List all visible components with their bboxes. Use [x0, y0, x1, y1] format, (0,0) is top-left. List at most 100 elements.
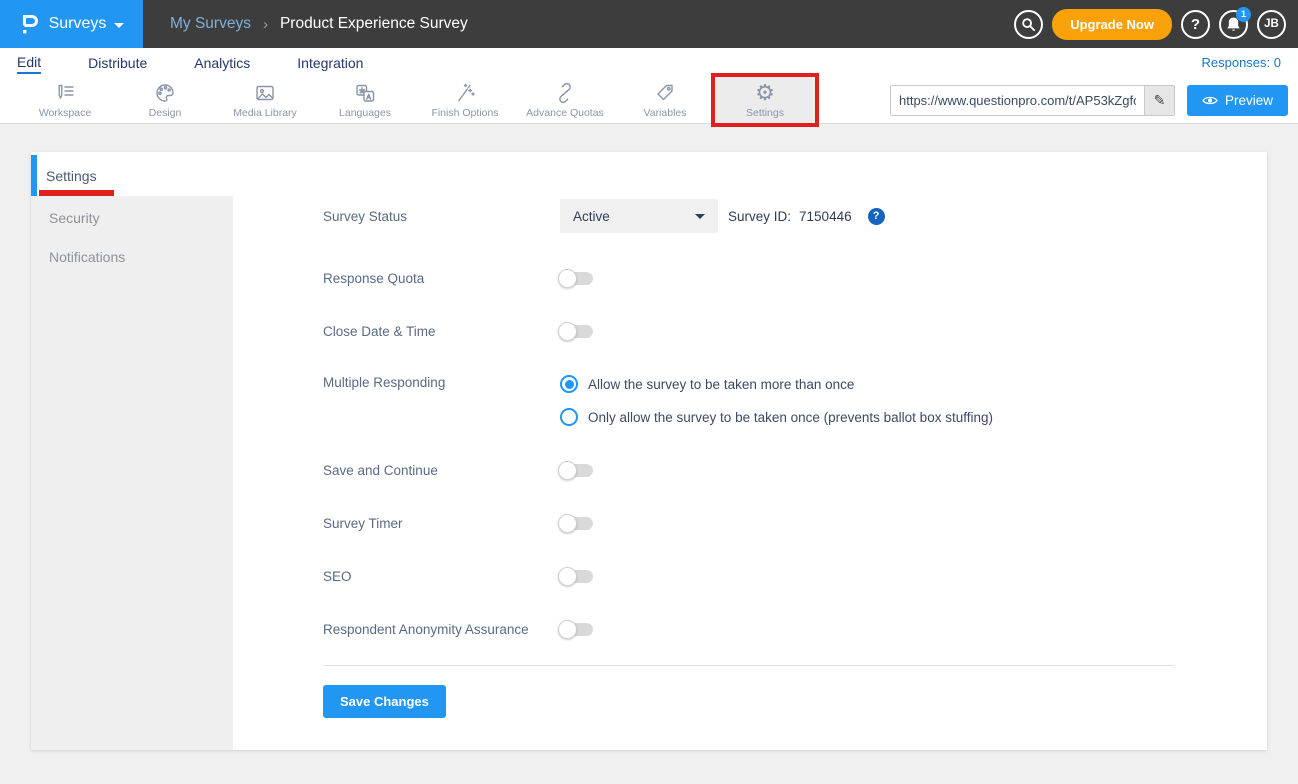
response-quota-label: Response Quota — [323, 271, 560, 286]
workspace-icon — [53, 81, 77, 105]
help-button[interactable]: ? — [1181, 10, 1210, 39]
product-name: Surveys — [49, 15, 107, 33]
toolbar-item-finish-options[interactable]: Finish Options — [415, 77, 515, 123]
multiple-responding-label: Multiple Responding — [323, 375, 560, 390]
toggle-knob — [558, 620, 577, 639]
preview-label: Preview — [1225, 93, 1273, 108]
survey-timer-toggle[interactable] — [560, 517, 593, 530]
tab-integration[interactable]: Integration — [297, 52, 363, 73]
sidebar-item-security[interactable]: Security — [31, 198, 233, 237]
edit-toolbar: Workspace Design Media Library — [0, 77, 1298, 124]
toolbar-item-design[interactable]: Design — [115, 77, 215, 123]
design-palette-icon — [153, 81, 177, 105]
languages-icon — [353, 81, 377, 105]
header-actions: Upgrade Now ? 1 JB — [1014, 9, 1298, 40]
chevron-down-icon — [114, 23, 124, 28]
toolbar-label: Workspace — [39, 107, 91, 119]
survey-status-dropdown[interactable]: Active — [560, 199, 718, 233]
breadcrumb-my-surveys[interactable]: My Surveys — [170, 15, 251, 33]
toolbar-label: Finish Options — [431, 107, 498, 119]
seo-toggle[interactable] — [560, 570, 593, 583]
advance-quotas-link-icon — [553, 81, 577, 105]
radio-only-once[interactable]: Only allow the survey to be taken once (… — [560, 408, 993, 426]
multiple-responding-options: Allow the survey to be taken more than o… — [560, 375, 993, 426]
survey-status-label: Survey Status — [323, 209, 560, 224]
survey-url-group: ✎ — [890, 85, 1175, 116]
survey-title: Product Experience Survey — [280, 15, 468, 33]
upgrade-now-button[interactable]: Upgrade Now — [1052, 9, 1172, 40]
page-body: Settings Security Notifications Survey S… — [0, 124, 1298, 750]
search-button[interactable] — [1014, 10, 1043, 39]
settings-sidebar: Settings Security Notifications — [31, 152, 233, 750]
anonymity-row: Respondent Anonymity Assurance — [323, 620, 1175, 638]
survey-url-input[interactable] — [891, 86, 1144, 115]
radio-label: Allow the survey to be taken more than o… — [588, 377, 854, 392]
radio-label: Only allow the survey to be taken once (… — [588, 410, 993, 425]
save-continue-row: Save and Continue — [323, 461, 1175, 479]
response-quota-toggle[interactable] — [560, 272, 593, 285]
sidebar-rest: Security Notifications — [31, 196, 233, 750]
notification-badge: 1 — [1236, 7, 1251, 22]
tab-edit[interactable]: Edit — [17, 51, 41, 74]
toolbar-item-workspace[interactable]: Workspace — [15, 77, 115, 123]
toggle-knob — [558, 269, 577, 288]
survey-timer-label: Survey Timer — [323, 516, 560, 531]
sidebar-item-settings[interactable]: Settings — [31, 155, 233, 196]
toolbar-label: Languages — [339, 107, 391, 119]
toolbar-label: Settings — [746, 107, 784, 119]
save-changes-button[interactable]: Save Changes — [323, 685, 446, 718]
toolbar-item-media-library[interactable]: Media Library — [215, 77, 315, 123]
close-date-label: Close Date & Time — [323, 324, 560, 339]
toggle-knob — [558, 567, 577, 586]
section-nav: Edit Distribute Analytics Integration Re… — [0, 48, 1298, 77]
survey-id: Survey ID: 7150446 ? — [728, 208, 885, 225]
questionpro-logo-icon — [19, 12, 41, 36]
tab-analytics[interactable]: Analytics — [194, 52, 250, 73]
pencil-icon: ✎ — [1154, 92, 1166, 108]
toggle-knob — [558, 461, 577, 480]
radio-allow-multiple[interactable]: Allow the survey to be taken more than o… — [560, 375, 993, 393]
toggle-knob — [558, 322, 577, 341]
tab-distribute[interactable]: Distribute — [88, 52, 147, 73]
settings-card: Settings Security Notifications Survey S… — [31, 152, 1267, 750]
form-divider — [323, 665, 1175, 666]
edit-url-button[interactable]: ✎ — [1144, 86, 1174, 115]
finish-options-wand-icon — [453, 81, 477, 105]
survey-status-value: Active — [573, 209, 610, 224]
red-annotation-underline — [39, 190, 114, 196]
notifications-button[interactable]: 1 — [1219, 10, 1248, 39]
user-avatar[interactable]: JB — [1257, 10, 1286, 39]
breadcrumb-separator-icon: › — [263, 16, 268, 33]
toolbar-label: Advance Quotas — [526, 107, 604, 119]
close-date-row: Close Date & Time — [323, 322, 1175, 340]
sidebar-item-label: Settings — [46, 168, 97, 184]
toolbar-item-variables[interactable]: Variables — [615, 77, 715, 123]
toolbar-item-languages[interactable]: Languages — [315, 77, 415, 123]
toolbar-item-settings[interactable]: ⚙ Settings — [715, 77, 815, 123]
help-icon: ? — [1191, 16, 1200, 33]
survey-status-row: Survey Status Active Survey ID: 7150446 … — [323, 199, 1175, 233]
sidebar-item-notifications[interactable]: Notifications — [31, 237, 233, 276]
anonymity-toggle[interactable] — [560, 623, 593, 636]
close-date-toggle[interactable] — [560, 325, 593, 338]
toolbar-item-advance-quotas[interactable]: Advance Quotas — [515, 77, 615, 123]
settings-gear-icon: ⚙ — [755, 81, 775, 105]
toggle-knob — [558, 514, 577, 533]
eye-icon — [1202, 95, 1218, 106]
media-library-icon — [253, 81, 277, 105]
seo-label: SEO — [323, 569, 560, 584]
survey-timer-row: Survey Timer — [323, 514, 1175, 532]
preview-button[interactable]: Preview — [1187, 85, 1288, 116]
survey-id-help-icon[interactable]: ? — [868, 208, 885, 225]
toolbar-label: Media Library — [233, 107, 297, 119]
save-continue-toggle[interactable] — [560, 464, 593, 477]
product-switcher[interactable]: Surveys — [0, 0, 143, 48]
toolbar-right: ✎ Preview — [890, 77, 1298, 123]
toolbar-label: Variables — [644, 107, 687, 119]
save-continue-label: Save and Continue — [323, 463, 560, 478]
multiple-responding-row: Multiple Responding Allow the survey to … — [323, 375, 1175, 426]
sidebar-item-label: Security — [49, 210, 100, 226]
toolbar-label: Design — [149, 107, 182, 119]
breadcrumb: My Surveys › Product Experience Survey — [143, 15, 1014, 33]
survey-id-value: 7150446 — [799, 209, 852, 224]
